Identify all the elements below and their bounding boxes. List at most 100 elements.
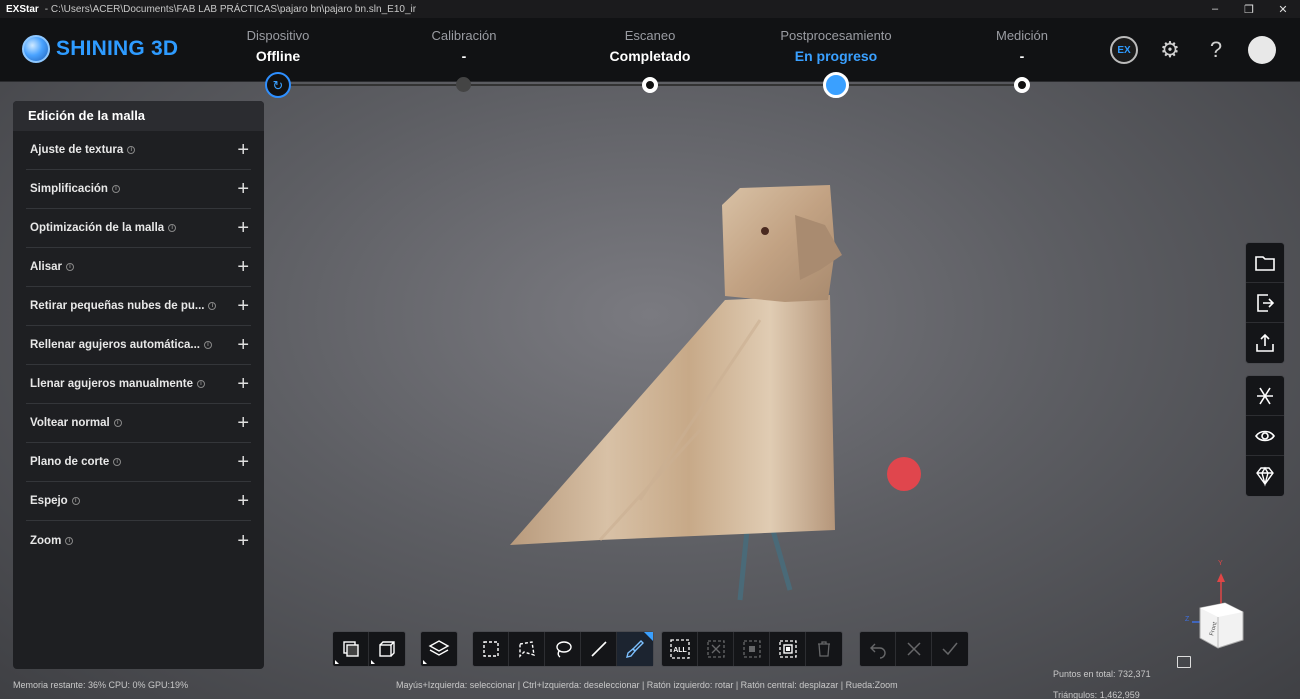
selection-actions-toolbar: ALL [661, 631, 843, 667]
panel-item-remove-small-clouds[interactable]: Retirar pequeñas nubes de pu... i + [26, 287, 251, 326]
share-button[interactable] [1246, 323, 1284, 363]
view-toolbar [1245, 375, 1285, 497]
lasso-icon [555, 641, 572, 658]
system-status: Memoria restante: 36% CPU: 0% GPU:19% [13, 680, 189, 690]
info-icon[interactable]: i [71, 497, 80, 505]
step-status: Offline [255, 48, 301, 64]
avatar[interactable] [1248, 36, 1276, 64]
apply-button[interactable] [932, 632, 968, 666]
step-node-measurement[interactable] [1014, 77, 1030, 93]
open-folder-button[interactable] [1246, 243, 1284, 283]
info-icon[interactable]: i [65, 263, 74, 271]
line-icon [590, 641, 607, 657]
step-device[interactable]: Dispositivo Offline [198, 28, 358, 64]
lasso-select-button[interactable] [545, 632, 581, 666]
deselect-button[interactable] [698, 632, 734, 666]
step-node-device[interactable]: ↻ [265, 72, 291, 98]
plus-icon[interactable]: + [237, 531, 249, 551]
delete-selection-button[interactable] [806, 632, 842, 666]
orientation-cube[interactable] [1192, 573, 1244, 649]
info-icon[interactable]: i [113, 458, 122, 466]
help-icon[interactable]: ? [1202, 36, 1230, 64]
info-icon[interactable]: i [208, 302, 217, 310]
brush-select-button[interactable] [617, 632, 653, 666]
render-mode-button[interactable] [1246, 456, 1284, 496]
panel-item-smooth[interactable]: Alisar i + [26, 248, 251, 287]
visibility-button[interactable] [1246, 416, 1284, 456]
plus-icon[interactable]: + [237, 413, 249, 433]
rect-select-button[interactable] [473, 632, 509, 666]
maximize-icon[interactable]: ❐ [1232, 0, 1266, 18]
connected-select-button[interactable] [770, 632, 806, 666]
plus-icon[interactable]: + [237, 491, 249, 511]
file-toolbar [1245, 242, 1285, 364]
select-all-button[interactable]: ALL [662, 632, 698, 666]
plus-icon[interactable]: + [237, 374, 249, 394]
minimize-icon[interactable]: – [1198, 0, 1232, 18]
panel-item-simplification[interactable]: Simplificación i + [26, 170, 251, 209]
info-icon[interactable]: i [113, 419, 122, 427]
invert-selection-icon [742, 640, 761, 658]
info-icon[interactable]: i [204, 341, 213, 349]
panel-item-manual-fill-holes[interactable]: Llenar agujeros manualmente i + [26, 365, 251, 404]
step-status: En progreso [794, 48, 878, 64]
cancel-button[interactable] [896, 632, 932, 666]
plus-icon[interactable]: + [237, 179, 249, 199]
ex-model-icon[interactable]: EX [1110, 36, 1138, 64]
panel-item-mirror[interactable]: Espejo i + [26, 482, 251, 521]
panel-item-zoom[interactable]: Zoom i + [26, 521, 251, 560]
close-icon[interactable]: ✕ [1266, 0, 1300, 18]
plus-icon[interactable]: + [237, 257, 249, 277]
layers-button[interactable] [421, 632, 457, 666]
polygon-select-icon [518, 641, 535, 658]
panel-item-cut-plane[interactable]: Plano de corte i + [26, 443, 251, 482]
mesh-view-button[interactable] [1246, 376, 1284, 416]
panel-item-label: Espejo [30, 495, 68, 507]
line-select-button[interactable] [581, 632, 617, 666]
panel-item-flip-normal[interactable]: Voltear normal i + [26, 404, 251, 443]
plus-icon[interactable]: + [237, 296, 249, 316]
undo-button[interactable] [860, 632, 896, 666]
brush-icon [626, 640, 644, 658]
panel-item-label: Retirar pequeñas nubes de pu... [30, 300, 205, 312]
step-measurement[interactable]: Medición - [942, 28, 1102, 64]
panel-item-auto-fill-holes[interactable]: Rellenar agujeros automática... i + [26, 326, 251, 365]
fit-view-icon[interactable] [1177, 656, 1191, 668]
info-icon[interactable]: i [111, 185, 120, 193]
step-node-scan[interactable] [642, 77, 658, 93]
diamond-icon [1256, 466, 1274, 487]
step-postprocessing[interactable]: Postprocesamiento En progreso [756, 28, 916, 64]
step-label: Postprocesamiento [780, 28, 892, 43]
step-status: - [461, 48, 467, 64]
plus-icon[interactable]: + [237, 452, 249, 472]
step-status: - [1019, 48, 1025, 64]
mesh-icon [1257, 387, 1273, 404]
info-icon[interactable]: i [127, 146, 136, 154]
step-label: Medición [995, 28, 1049, 43]
view-mode-button[interactable] [333, 632, 369, 666]
panel-item-label: Llenar agujeros manualmente [30, 378, 193, 390]
window-controls: – ❐ ✕ [1198, 0, 1300, 18]
info-icon[interactable]: i [65, 536, 74, 545]
step-calibration[interactable]: Calibración - [384, 28, 544, 64]
panel-item-mesh-optimization[interactable]: Optimización de la malla i + [26, 209, 251, 248]
export-button[interactable] [1246, 283, 1284, 323]
info-icon[interactable]: i [168, 224, 177, 232]
select-all-icon: ALL [669, 639, 690, 659]
step-node-calibration[interactable] [456, 77, 471, 92]
selection-toolbar [472, 631, 654, 667]
step-scan[interactable]: Escaneo Completado [570, 28, 730, 64]
apply-toolbar [859, 631, 969, 667]
polygon-select-button[interactable] [509, 632, 545, 666]
gear-icon[interactable]: ⚙ [1156, 36, 1184, 64]
plus-icon[interactable]: + [237, 335, 249, 355]
invert-selection-button[interactable] [734, 632, 770, 666]
panel-item-label: Voltear normal [30, 417, 110, 429]
cube-view-button[interactable] [369, 632, 405, 666]
step-node-postprocessing[interactable] [823, 72, 849, 98]
info-icon[interactable]: i [196, 380, 205, 388]
plus-icon[interactable]: + [237, 218, 249, 238]
plus-icon[interactable]: + [237, 140, 249, 160]
layers-square-icon [342, 641, 359, 657]
panel-item-texture-adjust[interactable]: Ajuste de textura i + [26, 131, 251, 170]
